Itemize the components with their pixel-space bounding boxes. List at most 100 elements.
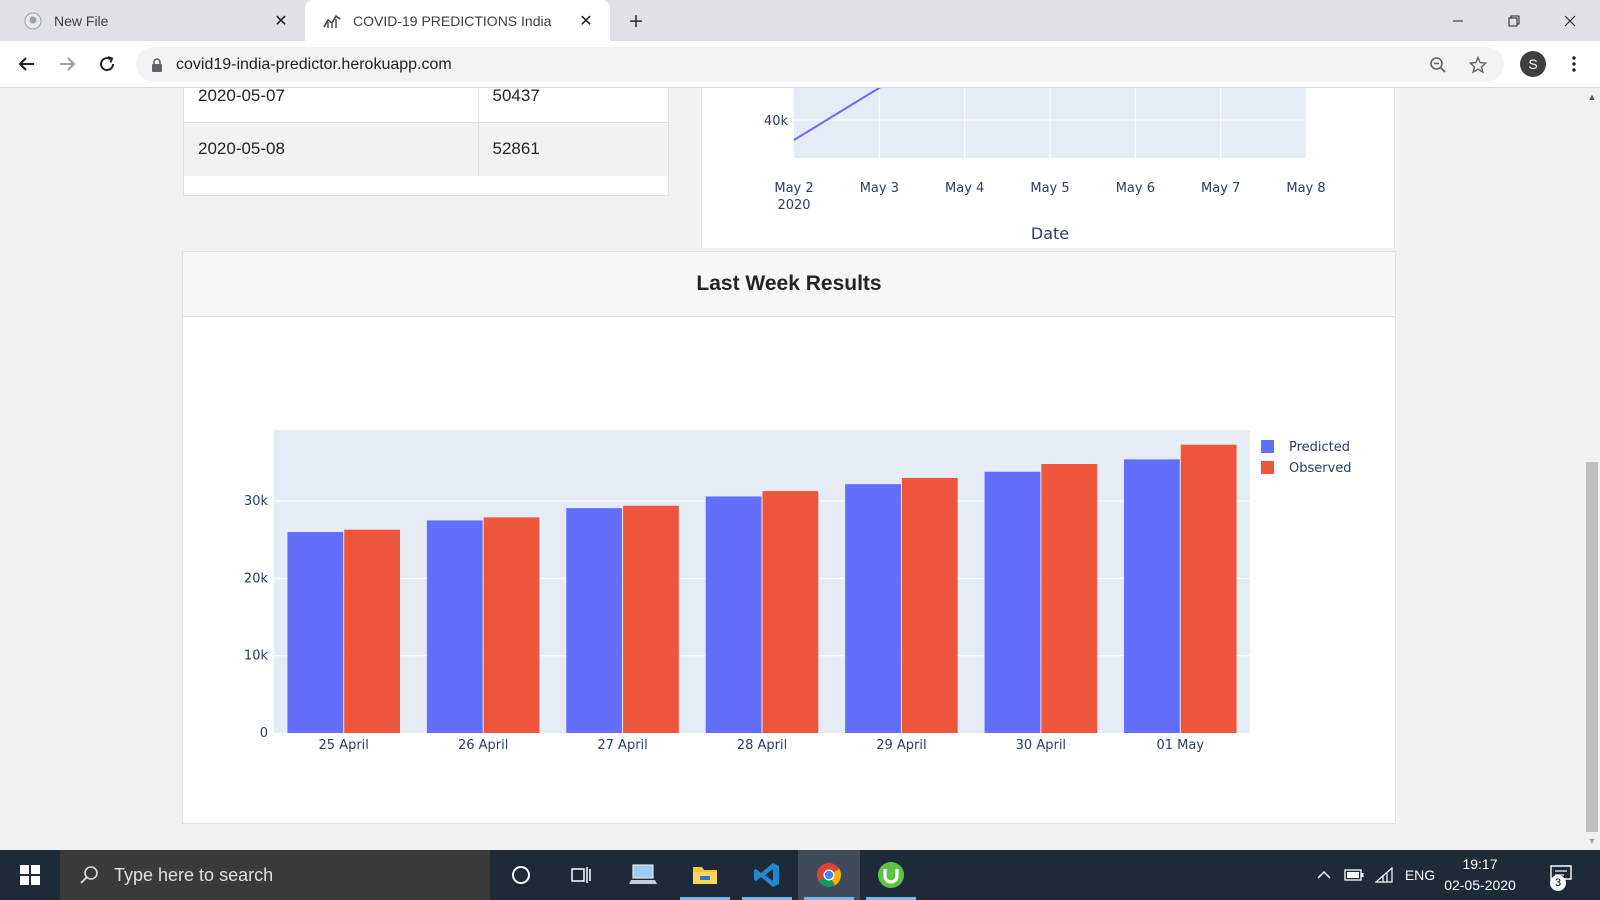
chart-line-icon xyxy=(323,12,341,30)
table-cell-date: 2020-05-08 xyxy=(184,122,479,176)
clock-time: 19:17 xyxy=(1462,856,1498,872)
search-placeholder: Type here to search xyxy=(114,864,274,885)
minimize-button[interactable] xyxy=(1430,0,1486,41)
plot-background xyxy=(274,430,1250,733)
close-icon[interactable]: ✕ xyxy=(269,9,293,33)
utorrent-icon[interactable] xyxy=(860,850,922,900)
x-tick-label: May 3 xyxy=(860,181,899,196)
table-row: 2020-05-07 50437 xyxy=(184,88,668,123)
scrollbar-thumb[interactable] xyxy=(1586,462,1598,832)
y-tick-label: 10k xyxy=(244,649,269,664)
github-icon xyxy=(24,12,42,30)
profile-avatar[interactable]: S xyxy=(1520,51,1546,77)
arrow-left-icon xyxy=(18,57,34,71)
x-tick-label: 28 April xyxy=(737,738,787,753)
tab-strip: New File ✕ COVID-19 PREDICTIONS India ✕ … xyxy=(0,0,1600,41)
vscode-icon[interactable] xyxy=(736,850,798,900)
y-tick-label: 20k xyxy=(244,571,269,586)
windows-taskbar: Type here to search ENG 19:17 02-05-2020 xyxy=(0,850,1600,900)
x-axis-title: Date xyxy=(1031,224,1069,243)
x-tick-label: May 6 xyxy=(1116,181,1155,196)
reload-icon xyxy=(100,56,115,72)
forward-button[interactable] xyxy=(53,50,81,78)
x-tick-label: 30 April xyxy=(1016,738,1066,753)
x-tick-label: 27 April xyxy=(597,738,647,753)
taskbar-search-box[interactable]: Type here to search xyxy=(60,850,490,900)
lock-icon xyxy=(150,57,164,72)
notification-count-badge: 3 xyxy=(1550,875,1566,891)
legend-swatch[interactable] xyxy=(1261,461,1274,474)
task-view-icon[interactable] xyxy=(550,850,612,900)
bar-observed[interactable] xyxy=(483,517,540,733)
x-tick-label: May 5 xyxy=(1030,181,1069,196)
bookmark-star-icon[interactable] xyxy=(1464,51,1492,79)
y-tick-label: 40k xyxy=(764,114,789,129)
show-hidden-icons-chevron-up-icon[interactable] xyxy=(1310,850,1338,900)
table-cell-date: 2020-05-07 xyxy=(184,88,479,123)
results-card-title: Last Week Results xyxy=(183,252,1395,317)
pc-app-icon[interactable] xyxy=(612,850,674,900)
reload-button[interactable] xyxy=(93,50,121,78)
page-viewport: 2020-05-07 50437 2020-05-08 52861 40k Ma… xyxy=(0,88,1584,850)
more-menu-icon[interactable] xyxy=(1560,50,1588,78)
bar-predicted[interactable] xyxy=(705,496,762,733)
chrome-icon[interactable] xyxy=(798,850,860,900)
forecast-chart-card: 40k May 2 May 3 May 4 May 5 May 6 May 7 May 8 … xyxy=(701,88,1395,248)
zoom-out-icon[interactable] xyxy=(1424,51,1452,79)
new-tab-button[interactable]: + xyxy=(622,8,650,36)
scroll-down-arrow-icon[interactable]: ▼ xyxy=(1584,836,1600,848)
x-tick-label: May 4 xyxy=(945,181,984,196)
tab-covid-predictions[interactable]: COVID-19 PREDICTIONS India ✕ xyxy=(305,0,610,41)
wifi-icon[interactable] xyxy=(1370,850,1398,900)
x-tick-label: May 2 xyxy=(774,181,813,196)
bar-observed[interactable] xyxy=(1180,444,1237,733)
bar-observed[interactable] xyxy=(344,529,400,733)
x-tick-label: 26 April xyxy=(458,738,508,753)
close-icon[interactable]: ✕ xyxy=(574,9,598,33)
legend-swatch[interactable] xyxy=(1261,440,1274,453)
x-tick-label: 25 April xyxy=(319,738,369,753)
tab-title: COVID-19 PREDICTIONS India xyxy=(353,12,552,29)
cortana-icon[interactable] xyxy=(490,850,552,900)
bar-observed[interactable] xyxy=(901,477,958,733)
bar-predicted[interactable] xyxy=(845,484,901,733)
x-tick-label: 29 April xyxy=(876,738,926,753)
input-language[interactable]: ENG xyxy=(1398,850,1442,900)
bar-predicted[interactable] xyxy=(1124,459,1180,733)
bar-observed[interactable] xyxy=(623,505,679,733)
table-cell-value: 50437 xyxy=(478,88,668,123)
bar-predicted[interactable] xyxy=(566,508,623,733)
legend-label[interactable]: Predicted xyxy=(1289,440,1350,455)
x-year-label: 2020 xyxy=(777,198,810,213)
address-bar[interactable]: covid19-india-predictor.herokuapp.com xyxy=(136,47,1504,82)
bar-predicted[interactable] xyxy=(426,520,483,733)
table-row: 2020-05-08 52861 xyxy=(184,122,668,176)
restore-button[interactable] xyxy=(1486,0,1542,41)
scroll-up-arrow-icon[interactable]: ▲ xyxy=(1584,92,1600,104)
clock-date: 02-05-2020 xyxy=(1444,877,1516,893)
x-tick-label: May 7 xyxy=(1201,181,1240,196)
arrow-right-icon xyxy=(60,57,76,71)
tab-new-file[interactable]: New File ✕ xyxy=(0,0,305,41)
last-week-bar-chart: 0 10k 20k 30k 25 April 26 April 27 April 28 Ap… xyxy=(244,430,1352,753)
legend-label[interactable]: Observed xyxy=(1289,461,1352,476)
x-tick-label: May 8 xyxy=(1286,181,1325,196)
last-week-results-card: Last Week Results 0 10k 20k 30k 25 April 26 … xyxy=(182,251,1396,824)
url-text: covid19-india-predictor.herokuapp.com xyxy=(176,55,452,73)
bar-observed[interactable] xyxy=(1041,464,1098,733)
x-tick-label: 01 May xyxy=(1157,738,1205,753)
search-icon xyxy=(78,864,100,886)
back-button[interactable] xyxy=(13,50,41,78)
y-tick-label: 30k xyxy=(244,494,269,509)
close-window-button[interactable] xyxy=(1542,0,1598,41)
bar-predicted[interactable] xyxy=(287,532,344,733)
bar-predicted[interactable] xyxy=(984,471,1041,733)
predictions-table: 2020-05-07 50437 2020-05-08 52861 xyxy=(184,88,668,176)
battery-icon[interactable] xyxy=(1340,850,1368,900)
windows-start-icon[interactable] xyxy=(0,850,60,900)
page-scrollbar[interactable]: ▲ ▼ xyxy=(1584,88,1600,850)
taskbar-clock[interactable]: 19:17 02-05-2020 xyxy=(1440,854,1520,896)
bar-observed[interactable] xyxy=(762,491,819,733)
predictions-table-card: 2020-05-07 50437 2020-05-08 52861 xyxy=(183,88,669,196)
file-explorer-icon[interactable] xyxy=(674,850,736,900)
